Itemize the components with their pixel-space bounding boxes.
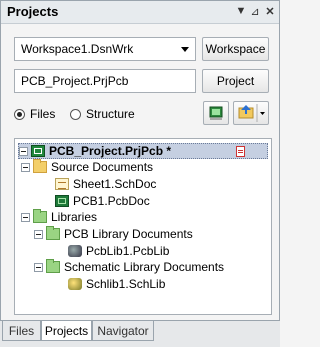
panel-titlebar: Projects ▼ ⊿ ✕ <box>1 1 279 24</box>
tree-item-libraries[interactable]: Libraries <box>21 209 97 225</box>
collapse-toggle-icon[interactable] <box>21 212 30 222</box>
folder-icon <box>46 259 60 273</box>
workspace-select[interactable]: Workspace1.DsnWrk <box>14 37 196 61</box>
project-tree[interactable]: PCB_Project.PrjPcb * Source Documents Sh… <box>14 138 272 315</box>
tree-item-label: PCB Library Documents <box>64 227 193 241</box>
tree-item-label: Schlib1.SchLib <box>86 277 166 291</box>
files-radio-label: Files <box>30 107 56 121</box>
structure-radio-circle[interactable] <box>70 108 81 120</box>
collapse-toggle-icon[interactable] <box>34 262 43 272</box>
tree-item-label: Sheet1.SchDoc <box>73 177 157 191</box>
pcb-project-icon <box>31 145 45 157</box>
workspace-select-value: Workspace1.DsnWrk <box>21 42 134 56</box>
close-icon[interactable]: ✕ <box>262 3 278 19</box>
chip-icon <box>209 106 223 120</box>
structure-radio-label: Structure <box>86 107 135 121</box>
tree-item-sheet1[interactable]: Sheet1.SchDoc <box>55 176 156 192</box>
tree-item-label: Schematic Library Documents <box>64 260 225 274</box>
tree-item-schematic-library-documents[interactable]: Schematic Library Documents <box>34 259 224 275</box>
tree-item-label: Source Documents <box>51 160 154 174</box>
projects-panel: Projects ▼ ⊿ ✕ Workspace1.DsnWrk Workspa… <box>0 0 280 321</box>
pcb-library-icon <box>68 245 82 257</box>
tab-files[interactable]: Files <box>2 321 41 341</box>
workspace-button[interactable]: Workspace <box>202 37 269 61</box>
tab-navigator[interactable]: Navigator <box>92 321 154 341</box>
tab-projects[interactable]: Projects <box>41 321 92 341</box>
chevron-down-icon <box>181 47 189 52</box>
pin-icon[interactable]: ⊿ <box>247 3 263 19</box>
project-field[interactable]: PCB_Project.PrjPcb <box>14 69 196 93</box>
tree-item-project[interactable]: PCB_Project.PrjPcb * <box>18 143 268 159</box>
schematic-document-icon <box>55 178 69 190</box>
files-radio[interactable]: Files <box>14 107 55 121</box>
tree-item-source-documents[interactable]: Source Documents <box>21 159 153 175</box>
project-options-button[interactable] <box>233 101 269 125</box>
folder-icon <box>46 226 60 240</box>
tree-item-pcblib1[interactable]: PcbLib1.PcbLib <box>68 243 169 259</box>
folder-icon <box>33 159 47 173</box>
panel-tabs: Files Projects Navigator <box>0 320 280 347</box>
files-radio-circle[interactable] <box>14 108 25 120</box>
project-button[interactable]: Project <box>202 69 269 93</box>
collapse-toggle-icon[interactable] <box>34 229 43 239</box>
structure-radio[interactable]: Structure <box>70 107 135 121</box>
schematic-library-icon <box>68 278 82 290</box>
project-field-value: PCB_Project.PrjPcb <box>21 74 129 88</box>
tree-item-label: Libraries <box>51 210 98 224</box>
collapse-toggle-icon[interactable] <box>21 162 30 172</box>
tree-item-pcb-library-documents[interactable]: PCB Library Documents <box>34 226 193 242</box>
compile-button[interactable] <box>203 101 229 125</box>
tree-item-label: PCB1.PcbDoc <box>73 194 150 208</box>
tree-item-schlib1[interactable]: Schlib1.SchLib <box>68 276 165 292</box>
tree-item-label: PCB_Project.PrjPcb * <box>49 144 172 158</box>
tree-item-pcb1[interactable]: PCB1.PcbDoc <box>55 193 150 209</box>
modified-document-icon <box>236 146 245 157</box>
panel-title: Projects <box>7 4 59 19</box>
folder-icon <box>33 209 47 223</box>
pcb-document-icon <box>55 195 69 207</box>
tree-item-label: PcbLib1.PcbLib <box>86 244 170 258</box>
folder-options-icon <box>238 104 265 122</box>
collapse-toggle-icon[interactable] <box>19 146 28 156</box>
